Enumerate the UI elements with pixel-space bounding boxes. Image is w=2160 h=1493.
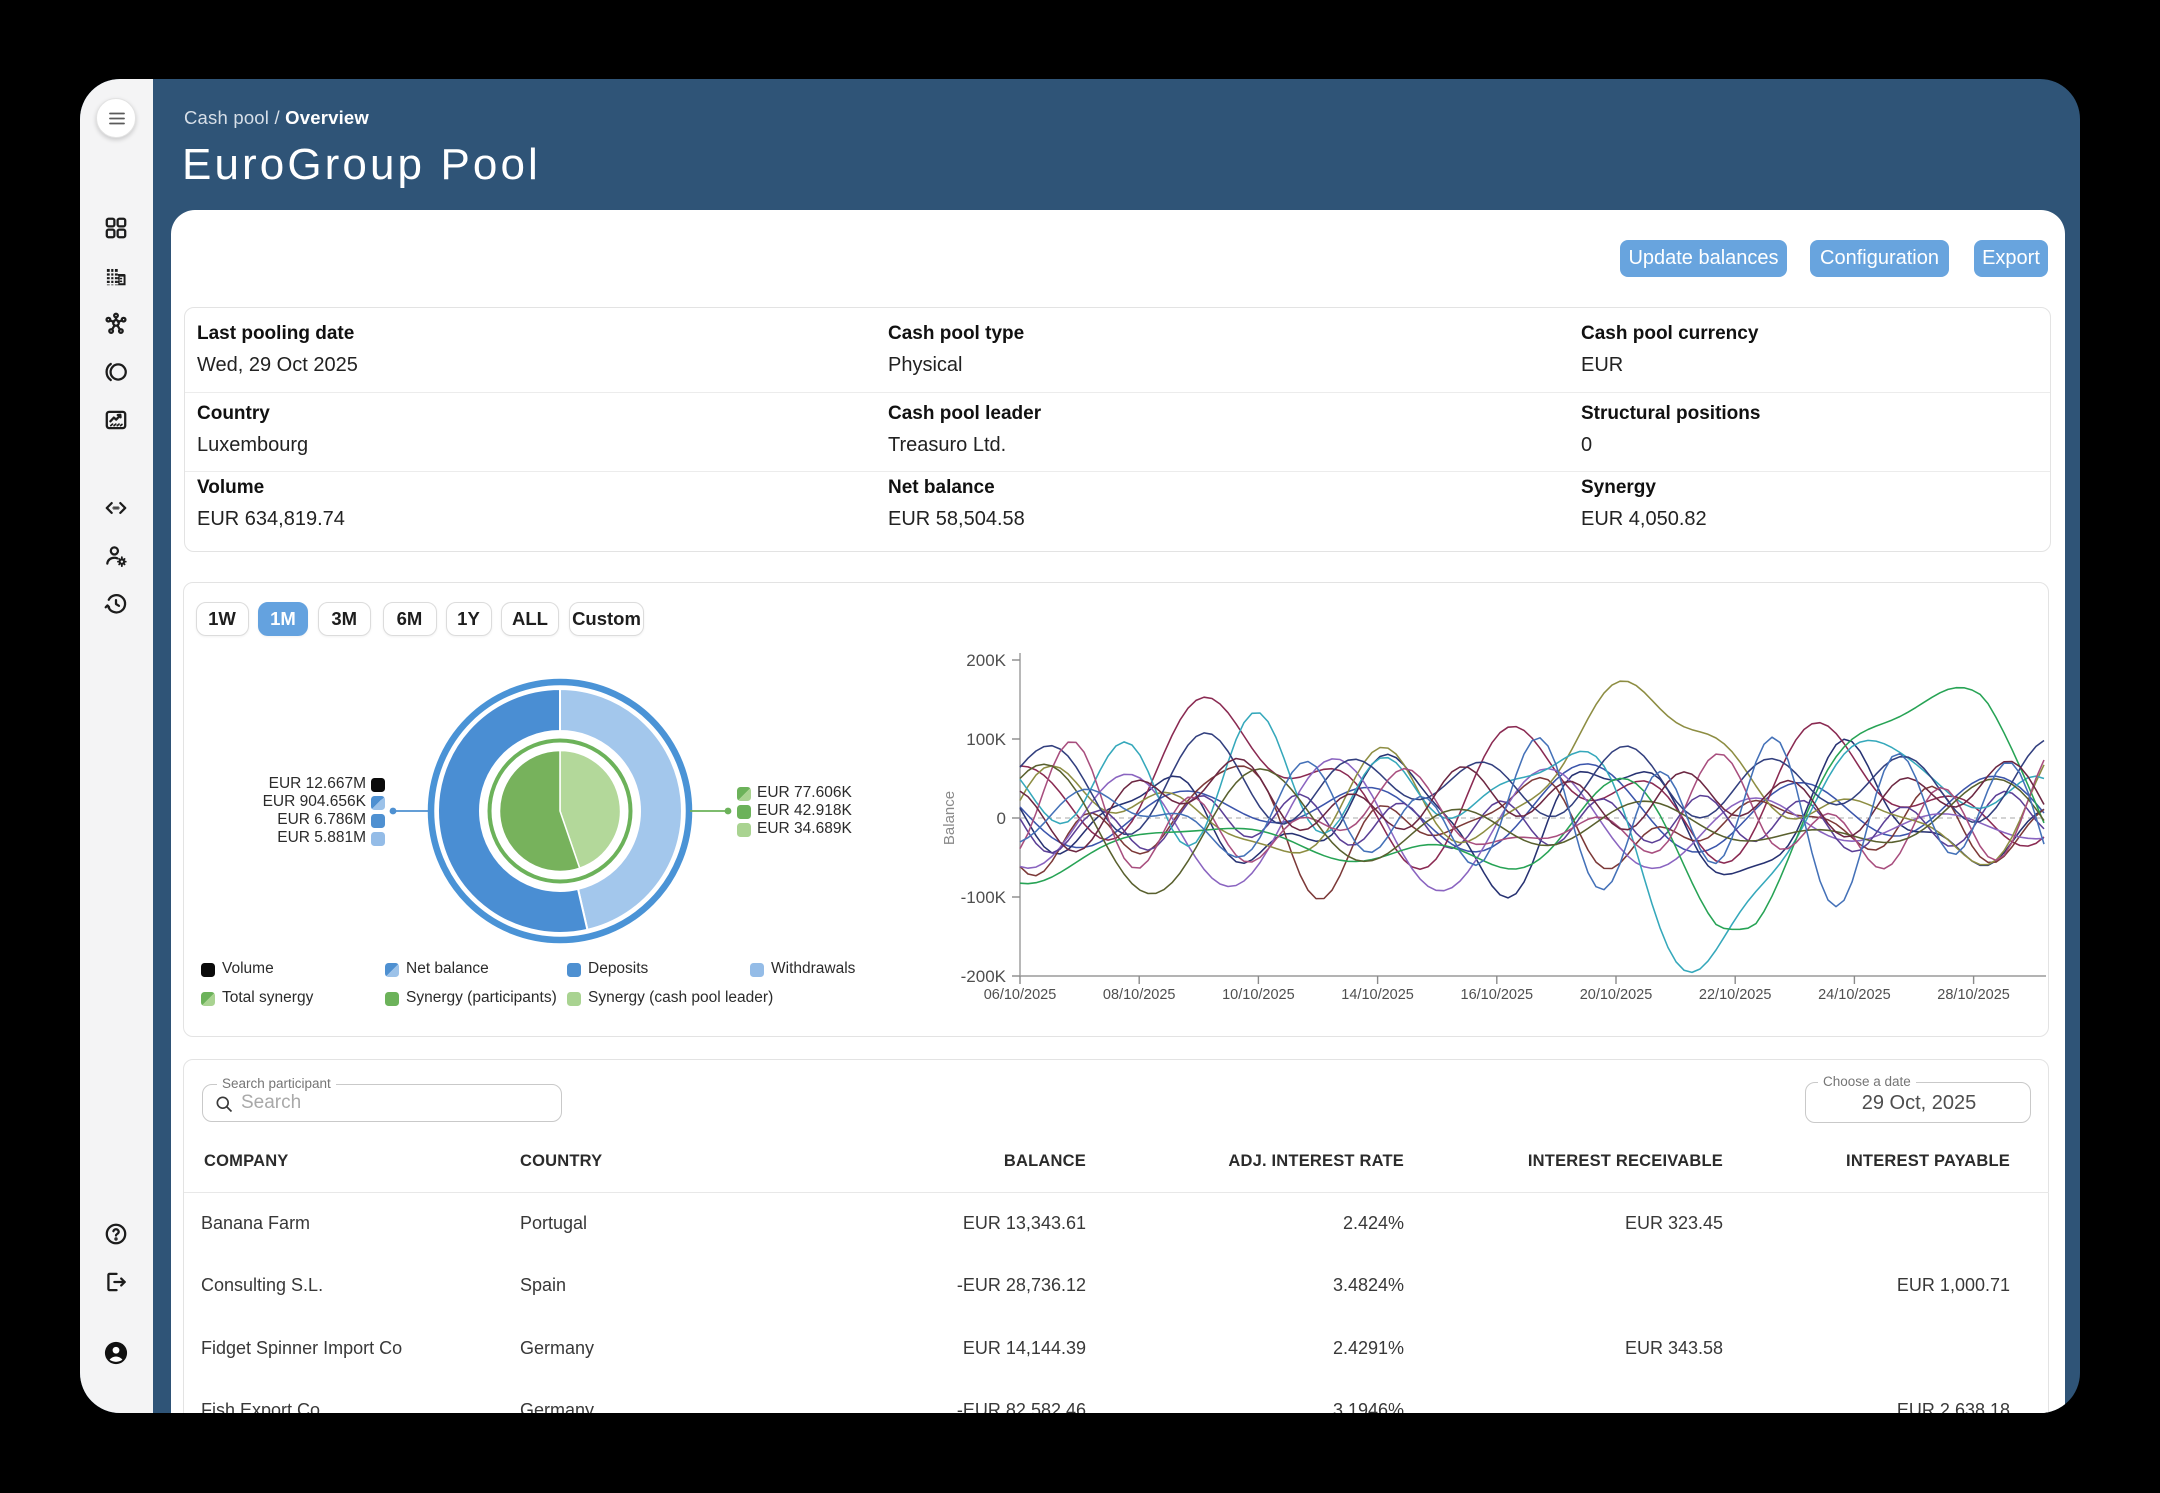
- svg-text:24/10/2025: 24/10/2025: [1818, 987, 1891, 1003]
- svg-text:06/10/2025: 06/10/2025: [984, 987, 1057, 1003]
- svg-text:10/10/2025: 10/10/2025: [1222, 987, 1295, 1003]
- svg-text:0: 0: [997, 809, 1006, 828]
- svg-text:28/10/2025: 28/10/2025: [1937, 987, 2010, 1003]
- svg-text:22/10/2025: 22/10/2025: [1699, 987, 1772, 1003]
- svg-text:200K: 200K: [966, 651, 1006, 670]
- svg-text:-200K: -200K: [961, 967, 1007, 986]
- svg-text:20/10/2025: 20/10/2025: [1580, 987, 1653, 1003]
- svg-text:Balance: Balance: [941, 791, 958, 845]
- svg-text:14/10/2025: 14/10/2025: [1341, 987, 1414, 1003]
- svg-text:100K: 100K: [966, 730, 1006, 749]
- svg-text:08/10/2025: 08/10/2025: [1103, 987, 1176, 1003]
- svg-text:-100K: -100K: [961, 888, 1007, 907]
- svg-text:16/10/2025: 16/10/2025: [1461, 987, 1534, 1003]
